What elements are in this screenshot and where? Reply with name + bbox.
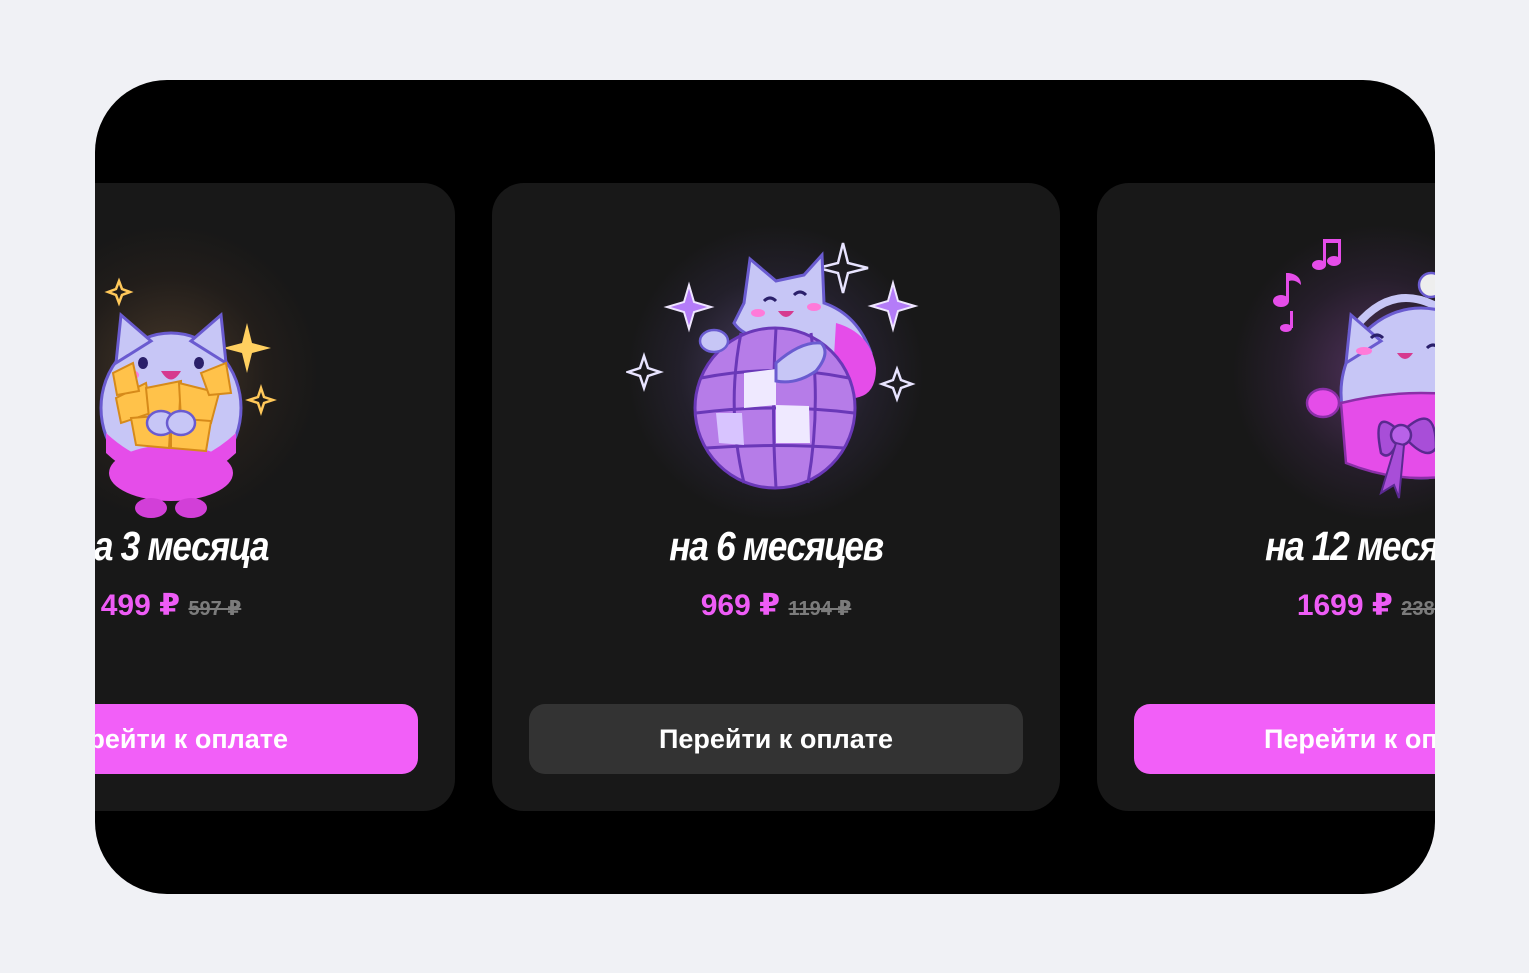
pay-button-6-months[interactable]: Перейти к оплате: [529, 704, 1023, 774]
pay-button-3-months[interactable]: Перейти к оплате: [95, 704, 418, 774]
plan-price-row: 1699 ₽ 2388 ₽: [1097, 588, 1435, 623]
plan-price-row: 499 ₽ 597 ₽: [95, 588, 455, 623]
plan-card-12-months: на 12 месяцев 1699 ₽ 2388 ₽ Перейти к оп…: [1097, 183, 1435, 811]
plans-carousel[interactable]: на 3 месяца 499 ₽ 597 ₽ Перейти к оплате: [95, 80, 1435, 894]
plan-old-price: 2388 ₽: [1401, 598, 1435, 620]
plan-title: на 6 месяцев: [669, 523, 884, 569]
plan-price-row: 969 ₽ 1194 ₽: [492, 588, 1060, 623]
plan-title: на 3 месяца: [95, 523, 269, 569]
pay-button-12-months[interactable]: Перейти к оплате: [1134, 704, 1435, 774]
plan-title: на 12 месяцев: [1265, 523, 1435, 569]
plan-old-price: 597 ₽: [188, 598, 242, 620]
cat-on-disco-ball-icon: [626, 242, 919, 490]
plan-price: 499 ₽: [100, 589, 180, 622]
plan-old-price: 1194 ₽: [788, 598, 852, 620]
cat-with-gold-trophies-icon: [99, 277, 277, 518]
plan-price: 969 ₽: [700, 589, 780, 622]
plan-card-3-months: на 3 месяца 499 ₽ 597 ₽ Перейти к оплате: [95, 183, 455, 811]
plan-price: 1699 ₽: [1296, 589, 1393, 622]
cat-with-headphones-gift-bow-icon: [1273, 239, 1435, 499]
plan-card-6-months: на 6 месяцев 969 ₽ 1194 ₽ Перейти к опла…: [492, 183, 1060, 811]
